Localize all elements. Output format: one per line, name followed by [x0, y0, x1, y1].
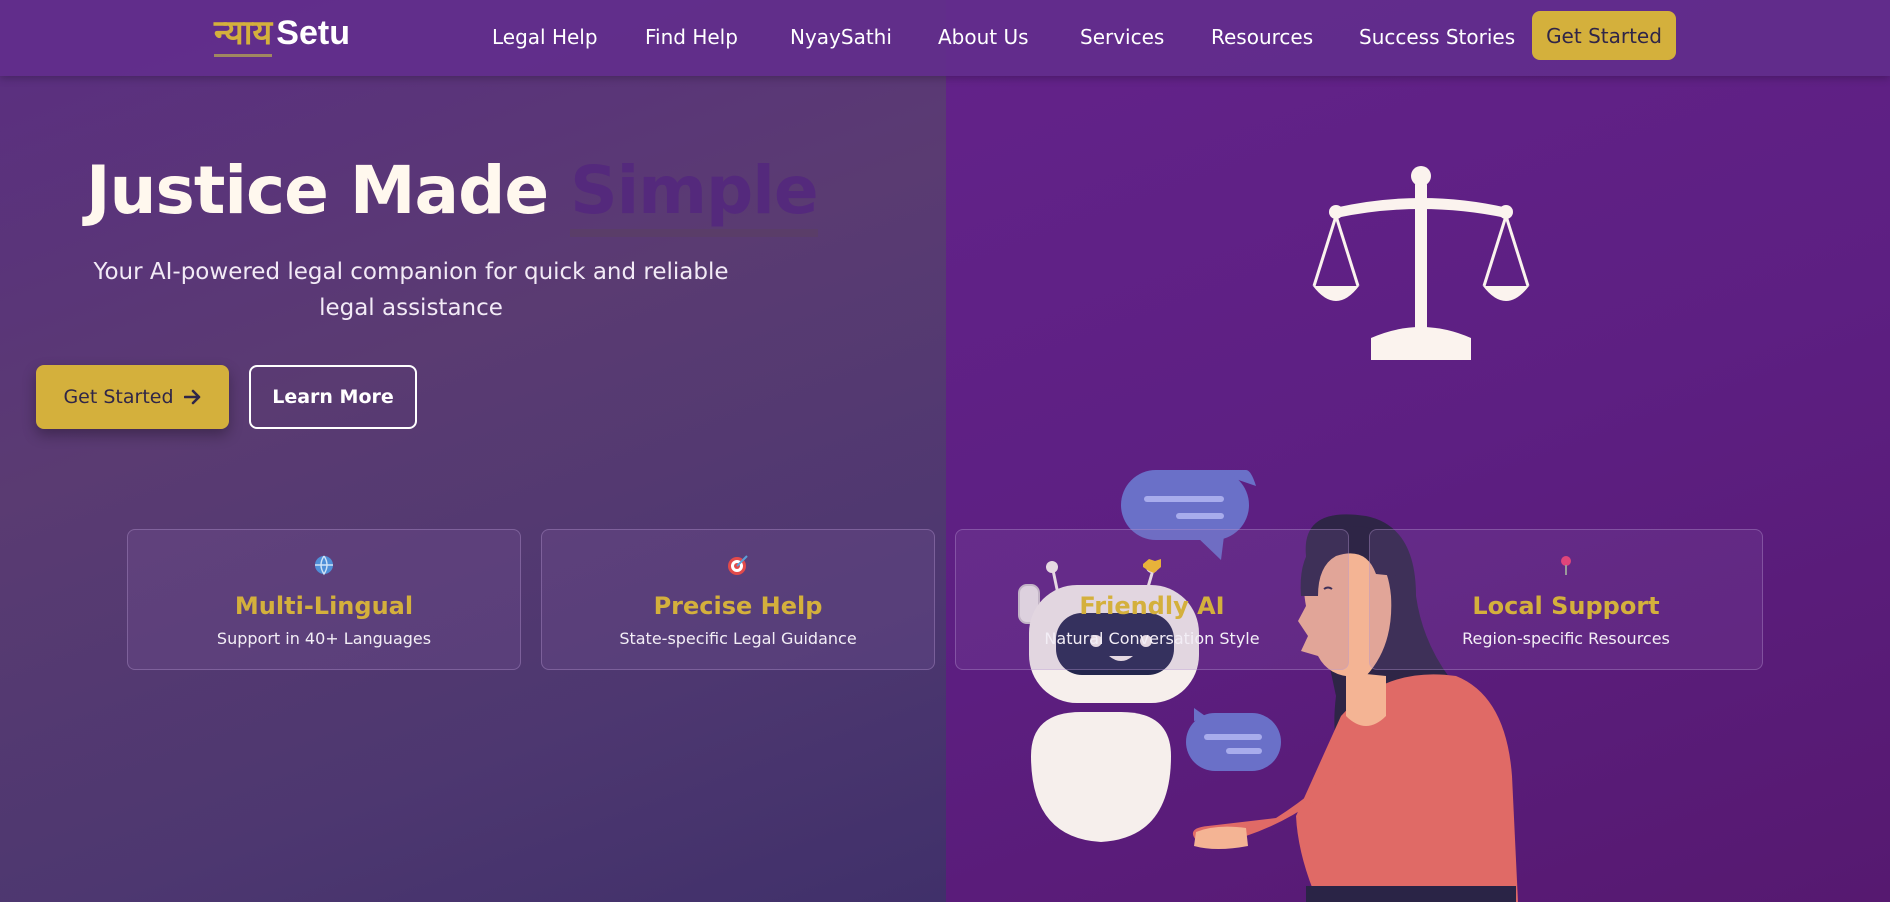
get-started-button[interactable]: Get Started — [36, 365, 229, 429]
feature-text: Support in 40+ Languages — [216, 629, 432, 648]
handshake-icon — [956, 554, 1348, 576]
nav-item-legal-help[interactable]: Legal Help — [492, 25, 598, 49]
hero-title: Justice Made Simple — [86, 152, 819, 237]
learn-more-button[interactable]: Learn More — [249, 365, 417, 429]
nav-item-resources[interactable]: Resources — [1211, 25, 1313, 49]
get-started-label: Get Started — [63, 386, 174, 408]
hero-title-accent: Simple — [570, 152, 819, 237]
location-pin-icon — [1370, 554, 1762, 576]
feature-text: Natural Conversation Style — [1044, 629, 1260, 648]
nav-item-about-us[interactable]: About Us — [938, 25, 1029, 49]
hero-left-background — [0, 0, 946, 902]
hero-title-main: Justice Made — [86, 152, 571, 229]
feature-title: Local Support — [1472, 592, 1660, 620]
nav-get-started-button[interactable]: Get Started — [1532, 11, 1676, 60]
nav-item-success-stories[interactable]: Success Stories — [1359, 25, 1515, 49]
arrow-right-icon — [183, 389, 200, 405]
feature-card-multilingual[interactable]: Multi-Lingual Support in 40+ Languages — [127, 529, 521, 670]
feature-title: Precise Help — [653, 592, 823, 620]
top-navbar: न्याय Setu Legal Help Find Help NyaySath… — [0, 0, 1890, 76]
feature-text: Region-specific Resources — [1462, 629, 1670, 648]
nav-item-find-help[interactable]: Find Help — [645, 25, 738, 49]
nav-item-nyaysathi[interactable]: NyaySathi — [790, 25, 892, 49]
feature-title: Friendly AI — [1079, 592, 1225, 620]
nav-item-services[interactable]: Services — [1080, 25, 1164, 49]
feature-card-precise-help[interactable]: Precise Help State-specific Legal Guidan… — [541, 529, 935, 670]
feature-card-local-support[interactable]: Local Support Region-specific Resources — [1369, 529, 1763, 670]
hero-right-background — [946, 0, 1890, 902]
target-icon — [542, 554, 934, 576]
feature-title: Multi-Lingual — [234, 592, 414, 620]
feature-text: State-specific Legal Guidance — [619, 629, 857, 648]
feature-card-friendly-ai[interactable]: Friendly AI Natural Conversation Style — [955, 529, 1349, 670]
globe-icon — [128, 554, 520, 576]
hero-subtitle: Your AI-powered legal companion for quic… — [93, 259, 729, 321]
